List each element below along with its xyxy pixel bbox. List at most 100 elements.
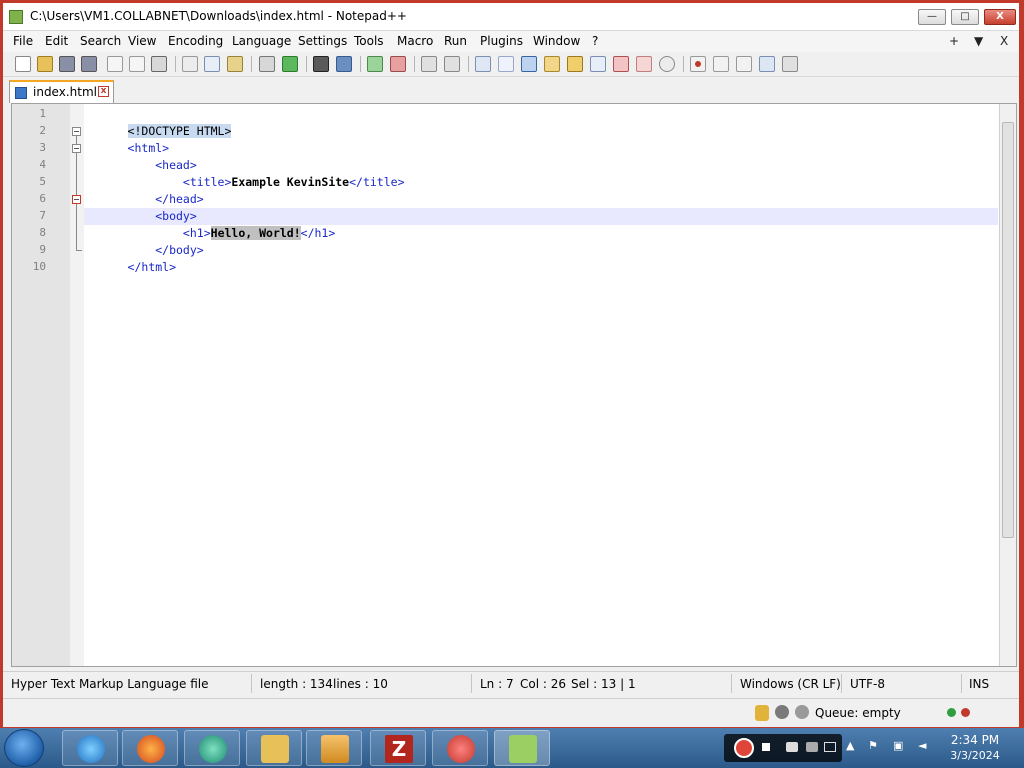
taskbar-recorder[interactable] [432,730,488,766]
save-icon[interactable] [59,56,75,72]
taskbar-file-explorer[interactable] [246,730,302,766]
clock-date[interactable]: 3/3/2024 [940,749,1010,762]
toolbar-separator [360,56,361,72]
menu-window[interactable]: Window [533,34,580,48]
show-all-characters-icon[interactable] [498,56,514,72]
fold-html-icon[interactable] [72,127,81,136]
find-icon[interactable] [313,56,329,72]
line-number: 3 [39,141,46,154]
language-icon[interactable] [544,56,560,72]
copy-icon[interactable] [204,56,220,72]
zoom-out-icon[interactable] [390,56,406,72]
webcam-off-icon[interactable] [806,742,818,752]
taskbar-notepad-plus-plus[interactable] [494,730,550,766]
lock-icon [755,705,769,721]
taskbar-internet-explorer[interactable] [62,730,118,766]
file-saved-icon [15,87,27,99]
flag-icon[interactable]: ⚑ [868,740,880,752]
close-document-button[interactable]: X [1000,34,1008,48]
document-map-icon[interactable] [590,56,606,72]
new-file-icon[interactable] [15,56,31,72]
line-number: 5 [39,175,46,188]
taskbar-filezilla[interactable]: Z [370,730,426,766]
save-macro-icon[interactable] [782,56,798,72]
close-file-icon[interactable] [107,56,123,72]
toolbar-separator [468,56,469,72]
record-button-icon[interactable] [734,738,754,758]
menu-edit[interactable]: Edit [45,34,68,48]
scrollbar-thumb[interactable] [1002,122,1014,538]
taskbar-media-player[interactable] [306,730,362,766]
maximize-button[interactable]: □ [951,9,979,25]
menu-language[interactable]: Language [232,34,291,48]
show-hidden-icons-icon[interactable]: ▲ [846,740,858,752]
media-player-icon [321,735,349,763]
close-button[interactable]: X [984,9,1016,25]
camera-icon[interactable] [786,742,798,752]
menu-encoding[interactable]: Encoding [168,34,223,48]
redo-icon[interactable] [282,56,298,72]
stop-icon[interactable] [762,743,770,751]
network-tray-icon[interactable]: ▣ [893,740,905,752]
play-macro-icon[interactable] [736,56,752,72]
code-line-1: <!DOCTYPE HTML> [86,106,232,138]
undo-icon[interactable] [259,56,275,72]
taskbar-firefox[interactable] [122,730,178,766]
internet-explorer-icon [77,735,105,763]
code-line-8: </body> [86,225,203,257]
sync-horizontal-icon[interactable] [444,56,460,72]
menu-file[interactable]: File [13,34,33,48]
folder-as-workspace-icon[interactable] [613,56,629,72]
tab-index-html[interactable]: index.html x [9,80,114,103]
save-all-icon[interactable] [81,56,97,72]
volume-muted-icon[interactable]: ◄ [918,740,930,752]
indent-guide-icon[interactable] [521,56,537,72]
record-macro-icon[interactable] [690,56,706,72]
menu-view[interactable]: View [128,34,156,48]
title-text: Example KevinSite [231,175,350,189]
open-file-icon[interactable] [37,56,53,72]
vertical-scrollbar[interactable] [999,104,1016,666]
run-macro-multiple-icon[interactable] [759,56,775,72]
cut-icon[interactable] [182,56,198,72]
title-bar: C:\Users\VM1.COLLABNET\Downloads\index.h… [3,3,1019,31]
window-icon[interactable] [824,742,836,752]
stop-macro-icon[interactable] [713,56,729,72]
status-bar: Hyper Text Markup Language file length :… [3,671,1019,695]
clock-time[interactable]: 2:34 PM [940,733,1010,747]
start-button-icon[interactable] [4,729,44,767]
encoding-label[interactable]: UTF-8 [850,677,885,691]
tab-label: index.html [33,85,97,99]
fold-head-icon[interactable] [72,144,81,153]
fold-margin [70,104,84,666]
zoom-in-icon[interactable] [367,56,383,72]
menu-settings[interactable]: Settings [298,34,347,48]
eye-icon[interactable] [659,56,675,72]
word-wrap-icon[interactable] [475,56,491,72]
menu-run[interactable]: Run [444,34,467,48]
menu-plugins[interactable]: Plugins [480,34,523,48]
code-editor[interactable]: 1 2 3 4 5 6 7 8 9 10 <!DOCTYPE HTML> <ht… [11,103,1017,667]
menu-search[interactable]: Search [80,34,121,48]
paste-icon[interactable] [227,56,243,72]
taskbar-app-teal[interactable] [184,730,240,766]
tab-close-icon[interactable]: x [98,86,109,97]
monitoring-icon[interactable] [636,56,652,72]
menu-tools[interactable]: Tools [354,34,384,48]
new-tab-button[interactable]: + [949,34,959,48]
tab-list-button[interactable]: ▼ [974,34,983,48]
sync-vertical-icon[interactable] [421,56,437,72]
insert-mode-label[interactable]: INS [969,677,989,691]
menu-help[interactable]: ? [592,34,598,48]
print-icon[interactable] [151,56,167,72]
eol-format-label[interactable]: Windows (CR LF) [740,677,841,691]
fold-body-icon[interactable] [72,195,81,204]
menu-macro[interactable]: Macro [397,34,433,48]
replace-icon[interactable] [336,56,352,72]
function-list-icon[interactable] [567,56,583,72]
line-position-label: Ln : 7 [480,677,514,691]
close-all-icon[interactable] [129,56,145,72]
status-red-dot-icon [961,708,970,717]
minimize-button[interactable]: — [918,9,946,25]
fold-line [76,136,77,250]
